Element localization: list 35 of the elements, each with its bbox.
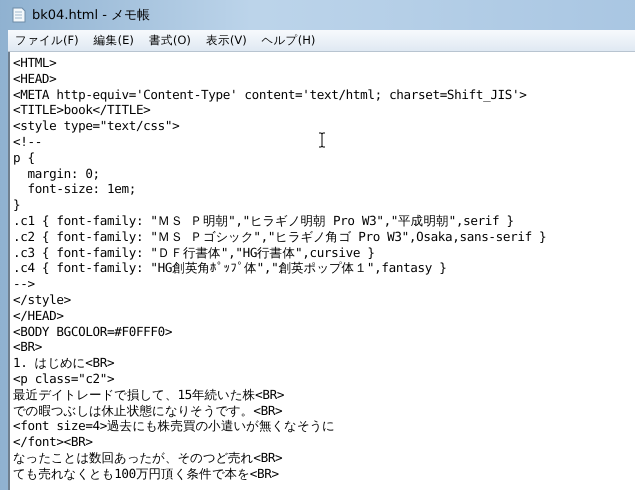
code-line: 最近デイトレードで損して、15年続いた株<BR> — [13, 386, 284, 403]
code-line: </HEAD> — [13, 308, 64, 324]
menu-item[interactable]: 編集(E) — [94, 33, 134, 48]
window-title: bk04.html - メモ帳 — [32, 7, 150, 24]
code-line: </style> — [13, 292, 71, 308]
code-line: </font><BR> — [13, 434, 93, 450]
code-line: <!-- — [13, 134, 42, 150]
code-line: font-size: 1em; — [26, 181, 136, 198]
code-line: での暇つぶしは休止状態になりそうです。<BR> — [13, 402, 282, 418]
menu-item[interactable]: 書式(O) — [148, 33, 191, 48]
menu-item[interactable]: 表示(V) — [206, 33, 247, 48]
code-line: なったことは数回あったが、そのつど売れ<BR> — [13, 450, 282, 466]
code-line: <BR> — [13, 339, 42, 356]
code-line: <BODY BGCOLOR=#F0FFF0> — [13, 324, 172, 340]
code-line: <style type="text/css"> — [13, 118, 180, 134]
code-line: <HEAD> — [13, 70, 56, 87]
code-line: margin: 0; — [26, 166, 100, 182]
code-line: p { — [13, 150, 35, 166]
code-line: ても売れなくとも100万円頂く条件で本を<BR> — [13, 466, 279, 482]
code-line: .c4 { font-family: "HG創英角ﾎﾟｯﾌﾟ体","創英ポップ体１",fantasy } — [13, 260, 446, 276]
code-line: --> — [13, 276, 35, 292]
code-line: 1. はじめに<BR> — [13, 355, 114, 371]
code-line: .c2 { font-family: "ＭＳ Ｐゴシック","ヒラギノ角ゴ Pro W3",Osaka,sans-serif } — [13, 228, 546, 245]
code-line: <META http-equiv='Content-Type' content='text/html; charset=Shift_JIS'> — [13, 86, 526, 102]
code-line: .c1 { font-family: "ＭＳ Ｐ明朝","ヒラギノ明朝 Pro W3","平成明朝",serif } — [13, 212, 514, 229]
menu-item[interactable]: ヘルプ(H) — [262, 33, 316, 48]
code-line: <TITLE>book</TITLE> — [13, 102, 150, 118]
code-line: <HTML> — [13, 55, 56, 71]
document-icon — [12, 7, 26, 23]
menu-item[interactable]: ファイル(F) — [15, 33, 79, 48]
code-line: <font size=4>過去にも株売買の小遣いが無くなそうに — [13, 418, 335, 434]
code-line: } — [13, 197, 20, 213]
code-line: .c3 { font-family: "ＤＦ行書体","HG行書体",cursive } — [13, 244, 375, 260]
text-cursor-icon — [318, 132, 326, 148]
code-line: <p class="c2"> — [13, 370, 114, 387]
